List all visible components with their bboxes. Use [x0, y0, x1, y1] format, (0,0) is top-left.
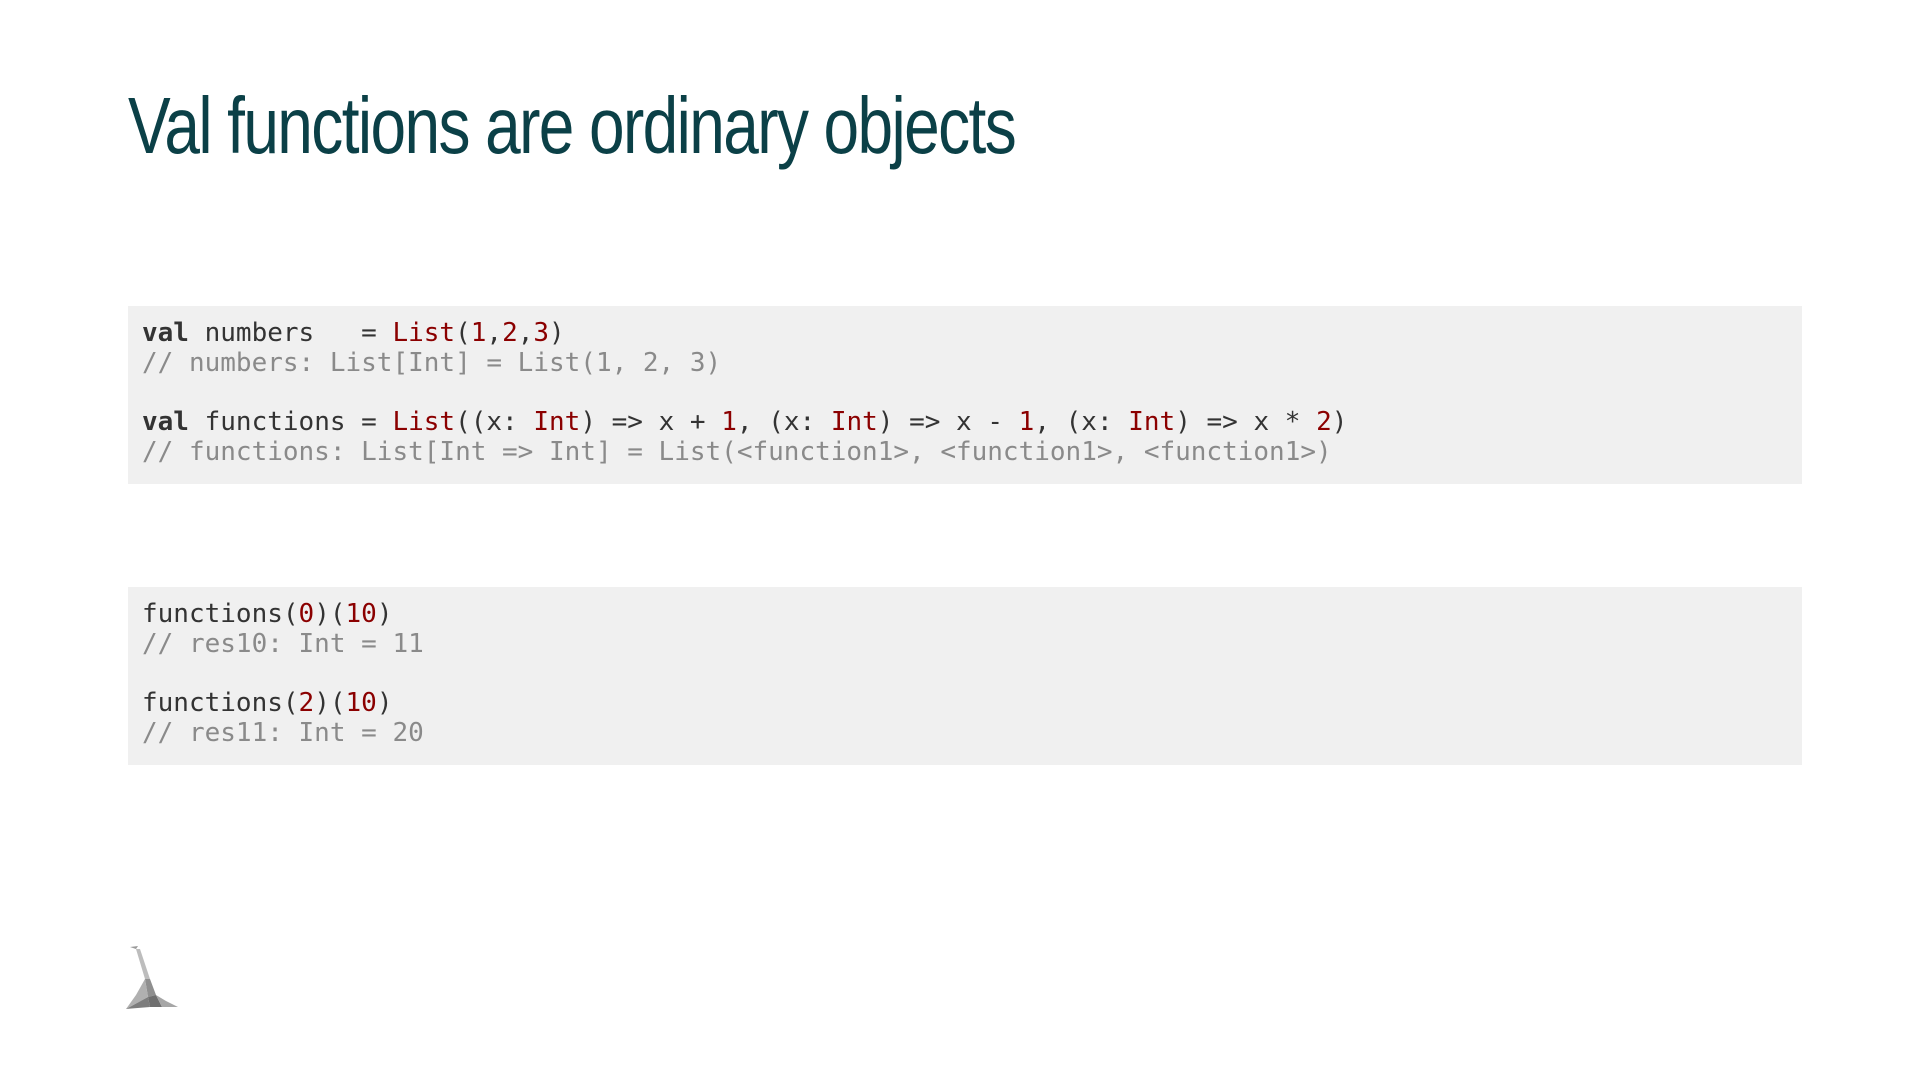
type-name: List — [392, 318, 456, 348]
code-comment: // numbers: List[Int] = List(1, 2, 3) — [142, 348, 722, 378]
code-text: numbers = — [188, 318, 393, 348]
code-text: , — [517, 318, 534, 348]
number-literal: 2 — [502, 318, 518, 348]
lambda-logo-icon — [126, 946, 178, 1009]
code-text: ) — [549, 318, 565, 348]
code-text: functions( — [142, 688, 299, 718]
number-literal: 1 — [1018, 407, 1035, 437]
code-line-functions: val functions = List((x: Int) => x + 1, … — [142, 407, 1788, 437]
number-literal: 1 — [470, 318, 487, 348]
code-line-numbers: val numbers = List(1,2,3) — [142, 318, 1788, 348]
code-line-call: functions(2)(10) — [142, 688, 1788, 718]
code-text: ) => x * — [1175, 407, 1317, 437]
code-text: )( — [314, 599, 346, 629]
number-literal: 1 — [721, 407, 737, 437]
code-text: functions = — [188, 407, 393, 437]
code-comment: // functions: List[Int => Int] = List(<f… — [142, 437, 1332, 467]
code-text: , (x: — [1034, 407, 1129, 437]
code-comment: // res11: Int = 20 — [142, 718, 424, 748]
type-name: List — [392, 407, 456, 437]
number-literal: 10 — [345, 599, 377, 629]
code-text: )( — [314, 688, 346, 718]
code-text: ((x: — [455, 407, 534, 437]
type-name: Int — [1128, 407, 1176, 437]
number-literal: 2 — [298, 688, 315, 718]
code-text: functions( — [142, 599, 299, 629]
code-line-call: functions(0)(10) — [142, 599, 1788, 629]
type-name: Int — [533, 407, 581, 437]
number-literal: 2 — [1316, 407, 1332, 437]
slide-title: Val functions are ordinary objects — [128, 81, 1017, 170]
code-text: ) => x - — [877, 407, 1019, 437]
number-literal: 0 — [298, 599, 315, 629]
code-text: , (x: — [736, 407, 831, 437]
code-text: ) => x + — [580, 407, 722, 437]
code-block-calls: functions(0)(10) // res10: Int = 11 func… — [128, 587, 1802, 765]
type-name: Int — [830, 407, 878, 437]
keyword-val: val — [142, 318, 189, 348]
code-comment: // res10: Int = 11 — [142, 629, 424, 659]
keyword-val: val — [142, 407, 189, 437]
code-block-definitions: val numbers = List(1,2,3) // numbers: Li… — [128, 306, 1802, 484]
code-text: , — [486, 318, 503, 348]
code-text: ) — [1331, 407, 1348, 437]
number-literal: 3 — [533, 318, 550, 348]
code-text: ) — [376, 599, 393, 629]
number-literal: 10 — [345, 688, 377, 718]
code-text: ( — [455, 318, 471, 348]
code-text: ) — [376, 688, 393, 718]
